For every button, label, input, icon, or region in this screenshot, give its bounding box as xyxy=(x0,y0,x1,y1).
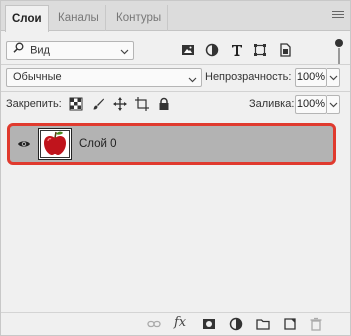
divider xyxy=(1,91,350,92)
fill-dropdown-button[interactable] xyxy=(327,95,340,114)
delete-layer-trash-icon[interactable] xyxy=(309,317,323,331)
chevron-down-icon xyxy=(329,100,338,112)
fill-label: Заливка: xyxy=(249,98,295,110)
tab-channels[interactable]: Каналы xyxy=(52,5,106,31)
fill-input[interactable]: 100% xyxy=(295,95,327,114)
tab-paths[interactable]: Контуры xyxy=(110,5,169,31)
tab-layers[interactable]: Слои xyxy=(5,5,49,32)
layer-row[interactable]: Слой 0 xyxy=(7,123,336,165)
filter-toggle-dot xyxy=(335,39,343,47)
image-filter-icon[interactable] xyxy=(180,42,196,58)
lock-image-pixels-icon[interactable] xyxy=(91,97,105,111)
layer-filter-select[interactable]: Вид xyxy=(6,41,134,60)
lock-label: Закрепить: xyxy=(6,98,62,110)
layers-panel: Слои Каналы Контуры Вид Обычные Непрозра… xyxy=(0,0,351,336)
divider xyxy=(1,64,350,65)
eye-icon[interactable] xyxy=(17,137,31,151)
panel-menu-icon[interactable] xyxy=(332,11,344,21)
chevron-down-icon xyxy=(188,73,197,90)
opacity-label: Непрозрачность: xyxy=(205,71,292,83)
chevron-down-icon xyxy=(120,45,129,62)
layer-filter-value: Вид xyxy=(30,44,50,57)
opacity-dropdown-button[interactable] xyxy=(327,68,340,87)
shape-filter-icon[interactable] xyxy=(252,42,268,58)
adjustment-filter-icon[interactable] xyxy=(204,42,220,58)
new-adjustment-layer-icon[interactable] xyxy=(229,317,243,331)
layer-thumbnail[interactable] xyxy=(38,128,72,160)
type-filter-icon[interactable] xyxy=(229,42,245,58)
apple-image xyxy=(44,131,66,155)
chevron-down-icon xyxy=(329,73,338,85)
new-layer-icon[interactable] xyxy=(283,317,297,331)
smart-object-filter-icon[interactable] xyxy=(277,42,293,58)
filter-toggle-switch[interactable] xyxy=(338,48,340,64)
lock-artboard-icon[interactable] xyxy=(135,97,149,111)
blend-mode-select[interactable]: Обычные xyxy=(6,68,202,87)
opacity-input[interactable]: 100% xyxy=(295,68,327,87)
lock-transparent-pixels-icon[interactable] xyxy=(69,97,83,111)
layer-list: Слой 0 xyxy=(1,117,350,312)
layer-name[interactable]: Слой 0 xyxy=(79,138,117,150)
lock-position-icon[interactable] xyxy=(113,97,127,111)
search-icon xyxy=(13,42,24,59)
lock-all-icon[interactable] xyxy=(157,97,171,111)
layers-bottom-toolbar: fx xyxy=(1,312,350,335)
new-group-folder-icon[interactable] xyxy=(256,317,270,331)
add-mask-icon[interactable] xyxy=(202,317,216,331)
panel-tab-bar: Слои Каналы Контуры xyxy=(1,1,350,32)
blend-mode-value: Обычные xyxy=(13,71,62,83)
layer-style-fx-icon[interactable]: fx xyxy=(174,315,186,330)
link-layers-icon[interactable] xyxy=(147,317,161,331)
